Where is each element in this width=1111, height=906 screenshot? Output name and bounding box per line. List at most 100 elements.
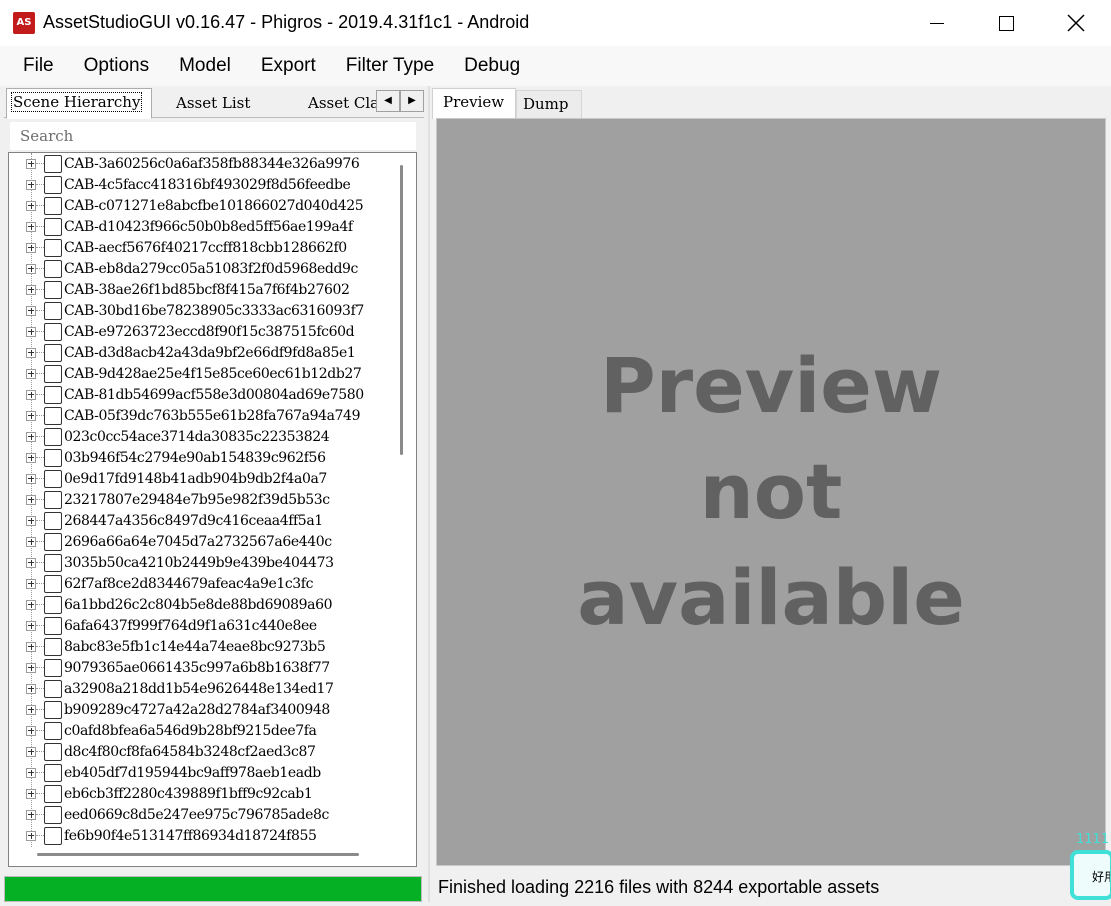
tree-row[interactable]: CAB-eb8da279cc05a51083f2f0d5968edd9c bbox=[9, 258, 391, 279]
tree-row[interactable]: 023c0cc54ace3714da30835c22353824 bbox=[9, 426, 391, 447]
tab-dump[interactable]: Dump bbox=[516, 90, 582, 118]
expand-plus-icon[interactable] bbox=[26, 284, 36, 295]
tree-checkbox[interactable] bbox=[44, 259, 62, 278]
expand-plus-icon[interactable] bbox=[26, 662, 36, 673]
tab-preview[interactable]: Preview bbox=[432, 88, 516, 119]
tree-row[interactable]: 6afa6437f999f764d9f1a631c440e8ee bbox=[9, 615, 391, 636]
expand-plus-icon[interactable] bbox=[26, 200, 36, 211]
panel-splitter[interactable] bbox=[428, 86, 430, 902]
expand-plus-icon[interactable] bbox=[26, 410, 36, 421]
tree-checkbox[interactable] bbox=[44, 679, 62, 698]
tree-checkbox[interactable] bbox=[44, 364, 62, 383]
expand-plus-icon[interactable] bbox=[26, 620, 36, 631]
tree-row[interactable]: CAB-30bd16be78238905c3333ac6316093f7 bbox=[9, 300, 391, 321]
tree-checkbox[interactable] bbox=[44, 532, 62, 551]
expand-plus-icon[interactable] bbox=[26, 389, 36, 400]
tree-checkbox[interactable] bbox=[44, 826, 62, 845]
expand-plus-icon[interactable] bbox=[26, 830, 36, 841]
expand-plus-icon[interactable] bbox=[26, 431, 36, 442]
expand-plus-icon[interactable] bbox=[26, 578, 36, 589]
expand-plus-icon[interactable] bbox=[26, 788, 36, 799]
tree-row[interactable]: CAB-d3d8acb42a43da9bf2e66df9fd8a85e1 bbox=[9, 342, 391, 363]
tree-row[interactable]: CAB-4c5facc418316bf493029f8d56feedbe bbox=[9, 174, 391, 195]
tree-row[interactable]: CAB-05f39dc763b555e61b28fa767a94a749 bbox=[9, 405, 391, 426]
tree-row[interactable]: eb6cb3ff2280c439889f1bff9c92cab1 bbox=[9, 783, 391, 804]
tree-row[interactable]: CAB-c071271e8abcfbe101866027d040d425 bbox=[9, 195, 391, 216]
expand-plus-icon[interactable] bbox=[26, 704, 36, 715]
tree-checkbox[interactable] bbox=[44, 469, 62, 488]
tree-checkbox[interactable] bbox=[44, 511, 62, 530]
tree-checkbox[interactable] bbox=[44, 490, 62, 509]
expand-plus-icon[interactable] bbox=[26, 683, 36, 694]
tree-checkbox[interactable] bbox=[44, 238, 62, 257]
tree-row[interactable]: CAB-aecf5676f40217ccff818cbb128662f0 bbox=[9, 237, 391, 258]
expand-plus-icon[interactable] bbox=[26, 725, 36, 736]
expand-plus-icon[interactable] bbox=[26, 557, 36, 568]
expand-plus-icon[interactable] bbox=[26, 809, 36, 820]
menu-file[interactable]: File bbox=[8, 49, 69, 83]
tree-checkbox[interactable] bbox=[44, 154, 62, 173]
expand-plus-icon[interactable] bbox=[26, 536, 36, 547]
tree-row[interactable]: 0e9d17fd9148b41adb904b9db2f4a0a7 bbox=[9, 468, 391, 489]
tree-checkbox[interactable] bbox=[44, 385, 62, 404]
tree-row[interactable]: 268447a4356c8497d9c416ceaa4ff5a1 bbox=[9, 510, 391, 531]
tree-checkbox[interactable] bbox=[44, 742, 62, 761]
expand-plus-icon[interactable] bbox=[26, 326, 36, 337]
expand-plus-icon[interactable] bbox=[26, 242, 36, 253]
tree-row[interactable]: d8c4f80cf8fa64584b3248cf2aed3c87 bbox=[9, 741, 391, 762]
expand-plus-icon[interactable] bbox=[26, 158, 36, 169]
tree-checkbox[interactable] bbox=[44, 280, 62, 299]
tree-checkbox[interactable] bbox=[44, 301, 62, 320]
tree-checkbox[interactable] bbox=[44, 574, 62, 593]
tree-row[interactable]: CAB-e97263723eccd8f90f15c387515fc60d bbox=[9, 321, 391, 342]
tree-row[interactable]: CAB-81db54699acf558e3d00804ad69e7580 bbox=[9, 384, 391, 405]
horizontal-scrollbar[interactable] bbox=[37, 853, 359, 856]
tree-row[interactable]: 23217807e29484e7b95e982f39d5b53c bbox=[9, 489, 391, 510]
expand-plus-icon[interactable] bbox=[26, 599, 36, 610]
menu-filter-type[interactable]: Filter Type bbox=[331, 49, 449, 83]
tree-checkbox[interactable] bbox=[44, 427, 62, 446]
tree-checkbox[interactable] bbox=[44, 763, 62, 782]
search-input[interactable] bbox=[10, 122, 416, 150]
expand-plus-icon[interactable] bbox=[26, 473, 36, 484]
expand-plus-icon[interactable] bbox=[26, 641, 36, 652]
expand-plus-icon[interactable] bbox=[26, 515, 36, 526]
menu-options[interactable]: Options bbox=[69, 49, 164, 83]
tab-asset-classes[interactable]: Asset Classes bbox=[304, 90, 376, 118]
expand-plus-icon[interactable] bbox=[26, 368, 36, 379]
tree-row[interactable]: CAB-38ae26f1bd85bcf8f415a7f6f4b27602 bbox=[9, 279, 391, 300]
expand-plus-icon[interactable] bbox=[26, 452, 36, 463]
tree-row[interactable]: 2696a66a64e7045d7a2732567a6e440c bbox=[9, 531, 391, 552]
tree-row[interactable]: 8abc83e5fb1c14e44a74eae8bc9273b5 bbox=[9, 636, 391, 657]
menu-debug[interactable]: Debug bbox=[449, 49, 535, 83]
tree-checkbox[interactable] bbox=[44, 637, 62, 656]
tree-checkbox[interactable] bbox=[44, 616, 62, 635]
expand-plus-icon[interactable] bbox=[26, 263, 36, 274]
expand-plus-icon[interactable] bbox=[26, 221, 36, 232]
expand-plus-icon[interactable] bbox=[26, 179, 36, 190]
tree-row[interactable]: CAB-9d428ae25e4f15e85ce60ec61b12db27 bbox=[9, 363, 391, 384]
tree-row[interactable]: 9079365ae0661435c997a6b8b1638f77 bbox=[9, 657, 391, 678]
tree-checkbox[interactable] bbox=[44, 595, 62, 614]
tree-checkbox[interactable] bbox=[44, 217, 62, 236]
menu-export[interactable]: Export bbox=[246, 49, 331, 83]
tree-checkbox[interactable] bbox=[44, 700, 62, 719]
tree-checkbox[interactable] bbox=[44, 343, 62, 362]
expand-plus-icon[interactable] bbox=[26, 305, 36, 316]
expand-plus-icon[interactable] bbox=[26, 746, 36, 757]
tree-checkbox[interactable] bbox=[44, 721, 62, 740]
close-button[interactable] bbox=[1041, 0, 1111, 46]
tree-row[interactable]: a32908a218dd1b54e9626448e134ed17 bbox=[9, 678, 391, 699]
tree-row[interactable]: 62f7af8ce2d8344679afeac4a9e1c3fc bbox=[9, 573, 391, 594]
tree-row[interactable]: eb405df7d195944bc9aff978aeb1eadb bbox=[9, 762, 391, 783]
tree-checkbox[interactable] bbox=[44, 448, 62, 467]
tree-checkbox[interactable] bbox=[44, 322, 62, 341]
tree-checkbox[interactable] bbox=[44, 553, 62, 572]
tree-row[interactable]: CAB-d10423f966c50b0b8ed5ff56ae199a4f bbox=[9, 216, 391, 237]
tree-checkbox[interactable] bbox=[44, 658, 62, 677]
tree-row[interactable]: eed0669c8d5e247ee975c796785ade8c bbox=[9, 804, 391, 825]
tree-checkbox[interactable] bbox=[44, 805, 62, 824]
tree-row[interactable]: 6a1bbd26c2c804b5e8de88bd69089a60 bbox=[9, 594, 391, 615]
tab-scroll-left-icon[interactable]: ◀ bbox=[376, 90, 400, 112]
tree-checkbox[interactable] bbox=[44, 784, 62, 803]
